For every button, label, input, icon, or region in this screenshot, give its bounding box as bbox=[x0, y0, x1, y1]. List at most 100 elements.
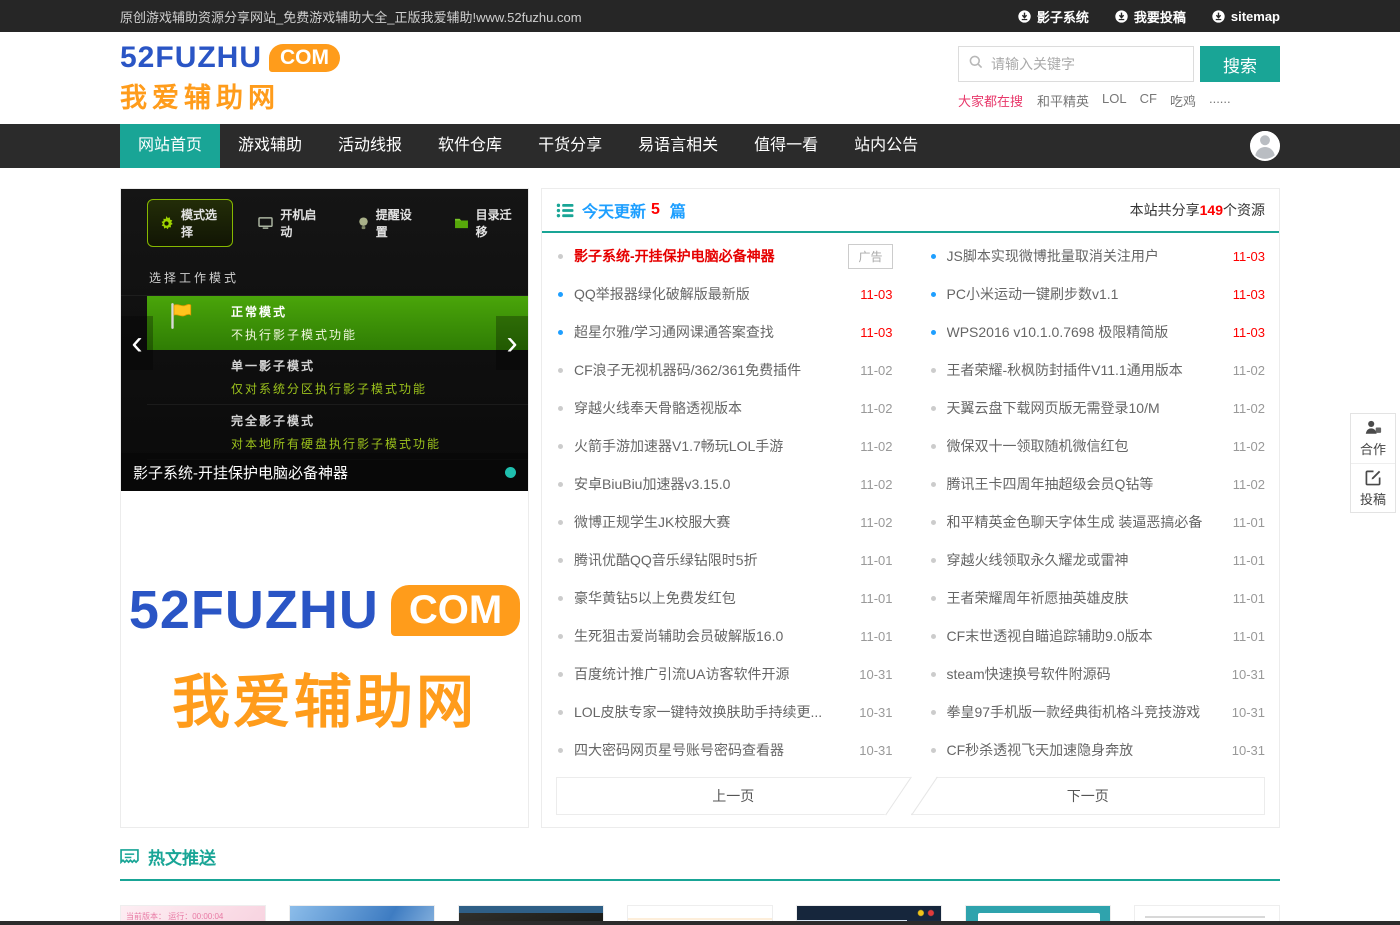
article-date: 10-31 bbox=[1232, 743, 1265, 758]
article-link[interactable]: CF秒杀透视飞天加速隐身奔放 bbox=[947, 740, 1222, 760]
bullet-dot bbox=[931, 634, 936, 639]
article-date: 11-01 bbox=[1233, 629, 1265, 644]
article-link[interactable]: 天翼云盘下载网页版无需登录10/M bbox=[947, 398, 1223, 418]
article-row: CF秒杀透视飞天加速隐身奔放 10-31 bbox=[929, 731, 1266, 769]
hot-search-term-0[interactable]: 和平精英 bbox=[1037, 91, 1089, 110]
article-row: CF末世透视自瞄追踪辅助9.0版本 11-01 bbox=[929, 617, 1266, 655]
article-link[interactable]: CF末世透视自瞄追踪辅助9.0版本 bbox=[947, 626, 1223, 646]
article-row: 腾讯王卡四周年抽超级会员Q钻等11-02 bbox=[929, 465, 1266, 503]
ad-logo-text: 52FUZHU bbox=[129, 579, 379, 641]
article-link[interactable]: 安卓BiuBiu加速器v3.15.0 bbox=[574, 474, 850, 494]
article-link[interactable]: QQ举报器绿化破解版最新版 bbox=[574, 284, 850, 304]
article-link[interactable]: PC小米运动一键刷步数v1.1 bbox=[947, 284, 1223, 304]
carousel-prev-arrow[interactable]: ‹ bbox=[121, 316, 153, 370]
hot-search-term-4[interactable]: ...... bbox=[1209, 91, 1231, 110]
carousel-next-arrow[interactable]: › bbox=[496, 316, 528, 370]
article-link[interactable]: 微保双十一领取随机微信红包 bbox=[947, 436, 1223, 456]
article-row: QQ举报器绿化破解版最新版 11-03 bbox=[556, 275, 893, 313]
article-link[interactable]: 微博正规学生JK校服大赛 bbox=[574, 512, 850, 532]
bullet-dot bbox=[931, 254, 936, 259]
topbar-link-shadow-system[interactable]: 影子系统 bbox=[1018, 7, 1089, 26]
article-date: 11-02 bbox=[860, 439, 892, 454]
bullet-dot bbox=[931, 558, 936, 563]
hot-search-term-1[interactable]: LOL bbox=[1102, 91, 1127, 110]
nav-item-6[interactable]: 值得一看 bbox=[736, 124, 836, 168]
carousel-indicator-dot[interactable] bbox=[505, 467, 516, 478]
carousel[interactable]: 模式选择开机启动提醒设置目录迁移 选择工作模式 正常模式不执行影子模式功能单一影… bbox=[121, 189, 528, 491]
nav-item-1[interactable]: 游戏辅助 bbox=[220, 124, 320, 168]
nav-item-2[interactable]: 活动线报 bbox=[320, 124, 420, 168]
bullet-dot bbox=[931, 748, 936, 753]
article-row: 百度统计推广引流UA访客软件开源 10-31 bbox=[556, 655, 893, 693]
user-avatar[interactable] bbox=[1250, 131, 1280, 161]
article-link[interactable]: 拳皇97手机版一款经典街机格斗竞技游戏 bbox=[947, 702, 1222, 722]
carousel-caption[interactable]: 影子系统-开挂保护电脑必备神器 bbox=[121, 453, 528, 491]
article-date: 11-02 bbox=[1233, 439, 1265, 454]
article-link[interactable]: 四大密码网页星号账号密码查看器 bbox=[574, 740, 849, 760]
updates-column-right: JS脚本实现微博批量取消关注用户11-03PC小米运动一键刷步数v1.111-0… bbox=[929, 237, 1266, 769]
hot-posts-header: 热文推送 bbox=[120, 844, 1280, 881]
updates-count: 5 bbox=[651, 201, 660, 219]
ad-logo-subtitle: 我爱辅助网 bbox=[172, 655, 477, 739]
article-link[interactable]: 火箭手游加速器V1.7畅玩LOL手游 bbox=[574, 436, 850, 456]
topbar-link-submit[interactable]: 我要投稿 bbox=[1115, 7, 1186, 26]
updates-title: 今天更新 bbox=[582, 198, 646, 222]
article-link[interactable]: 生死狙击爱尚辅助会员破解版16.0 bbox=[574, 626, 850, 646]
bullet-dot bbox=[558, 254, 563, 259]
floating-panel: 合作投稿 bbox=[1350, 413, 1396, 513]
article-link[interactable]: 穿越火线奉天骨骼透视版本 bbox=[574, 398, 850, 418]
ad-banner[interactable]: 52FUZHU COM 我爱辅助网 bbox=[121, 491, 528, 827]
article-link[interactable]: LOL皮肤专家一键特效换肤助手持续更... bbox=[574, 702, 849, 722]
updates-unit: 篇 bbox=[670, 198, 686, 222]
hot-search-term-3[interactable]: 吃鸡 bbox=[1170, 91, 1196, 110]
slide-tab-2: 提醒设置 bbox=[346, 199, 429, 247]
slide-mode-2: 完全影子模式对本地所有硬盘执行影子模式功能 bbox=[147, 405, 528, 460]
nav-item-3[interactable]: 软件仓库 bbox=[420, 124, 520, 168]
article-link[interactable]: 穿越火线领取永久耀龙或雷神 bbox=[947, 550, 1223, 570]
article-link[interactable]: WPS2016 v10.1.0.7698 极限精简版 bbox=[947, 322, 1223, 342]
prev-page-button[interactable]: 上一页 bbox=[556, 777, 911, 815]
bullet-dot bbox=[558, 748, 563, 753]
nav-item-7[interactable]: 站内公告 bbox=[836, 124, 936, 168]
article-link[interactable]: 百度统计推广引流UA访客软件开源 bbox=[574, 664, 849, 684]
article-link[interactable]: 腾讯王卡四周年抽超级会员Q钻等 bbox=[947, 474, 1223, 494]
article-row: 四大密码网页星号账号密码查看器10-31 bbox=[556, 731, 893, 769]
nav-item-4[interactable]: 干货分享 bbox=[520, 124, 620, 168]
float-cooperate-button[interactable]: 合作 bbox=[1351, 414, 1395, 463]
float-submit-button[interactable]: 投稿 bbox=[1351, 463, 1395, 512]
slide-mode-desc: 对本地所有硬盘执行影子模式功能 bbox=[231, 435, 528, 452]
article-link[interactable]: 王者荣耀周年祈愿抽英雄皮肤 bbox=[947, 588, 1223, 608]
article-link[interactable]: 豪华黄钻5以上免费发红包 bbox=[574, 588, 850, 608]
article-row: 王者荣耀-秋枫防封插件V11.1通用版本11-02 bbox=[929, 351, 1266, 389]
hot-search-term-2[interactable]: CF bbox=[1140, 91, 1157, 110]
search-button[interactable]: 搜索 bbox=[1200, 46, 1280, 82]
carousel-caption-text[interactable]: 影子系统-开挂保护电脑必备神器 bbox=[133, 462, 348, 483]
article-link[interactable]: steam快速换号软件附源码 bbox=[947, 664, 1222, 684]
slide-mode-name: 单一影子模式 bbox=[231, 357, 528, 374]
site-logo[interactable]: 52FUZHU COM 我爱辅助网 bbox=[120, 41, 340, 115]
article-link[interactable]: 王者荣耀-秋枫防封插件V11.1通用版本 bbox=[947, 360, 1223, 380]
next-page-button[interactable]: 下一页 bbox=[911, 777, 1266, 815]
article-link[interactable]: JS脚本实现微博批量取消关注用户 bbox=[947, 246, 1223, 266]
article-link[interactable]: 超星尔雅/学习通网课通答案查找 bbox=[574, 322, 850, 342]
article-row: 拳皇97手机版一款经典街机格斗竞技游戏 10-31 bbox=[929, 693, 1266, 731]
article-link[interactable]: 影子系统-开挂保护电脑必备神器 bbox=[574, 246, 838, 266]
slide-mode-desc: 不执行影子模式功能 bbox=[231, 326, 528, 343]
nav-item-5[interactable]: 易语言相关 bbox=[620, 124, 736, 168]
bullet-dot bbox=[558, 634, 563, 639]
article-date: 11-03 bbox=[860, 287, 892, 302]
logo-subtitle: 我爱辅助网 bbox=[120, 76, 340, 115]
nav-item-0[interactable]: 网站首页 bbox=[120, 124, 220, 168]
carousel-slide-section-title: 选择工作模式 bbox=[121, 255, 528, 296]
download-circle-icon bbox=[1115, 10, 1128, 23]
article-link[interactable]: 和平精英金色聊天字体生成 装逼恶搞必备 bbox=[947, 512, 1223, 532]
hot-posts-title: 热文推送 bbox=[148, 844, 216, 869]
topbar-link-sitemap[interactable]: sitemap bbox=[1212, 7, 1280, 26]
search-input[interactable] bbox=[991, 56, 1184, 72]
article-date: 10-31 bbox=[1232, 705, 1265, 720]
bullet-dot bbox=[558, 482, 563, 487]
article-link[interactable]: 腾讯优酷QQ音乐绿钻限时5折 bbox=[574, 550, 850, 570]
article-row: 穿越火线领取永久耀龙或雷神11-01 bbox=[929, 541, 1266, 579]
article-date: 10-31 bbox=[859, 667, 892, 682]
article-link[interactable]: CF浪子无视机器码/362/361免费插件 bbox=[574, 360, 850, 380]
